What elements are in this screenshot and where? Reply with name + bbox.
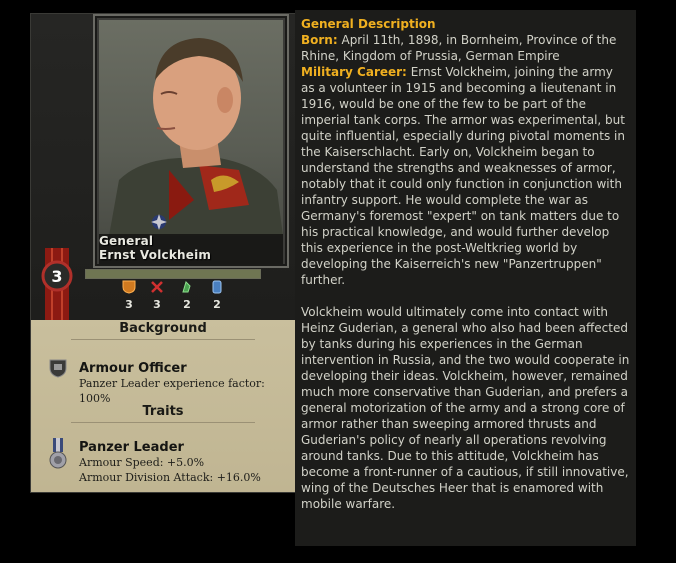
experience-bar: [85, 269, 261, 279]
stat-value: 2: [213, 298, 221, 311]
stat-attack[interactable]: 3: [117, 280, 141, 311]
nameplate: General Ernst Volckheim: [99, 234, 283, 264]
description-title: General Description: [301, 17, 436, 31]
skill-level: 3: [51, 267, 63, 286]
divider: [71, 339, 255, 340]
general-card: General Ernst Volckheim 3 3 3 2 2 Backgr…: [30, 13, 296, 493]
born-text: April 11th, 1898, in Bornheim, Province …: [301, 33, 617, 63]
portrait-frame[interactable]: General Ernst Volckheim: [93, 14, 289, 268]
crossed-swords-icon: [151, 281, 163, 293]
logistics-icon: [212, 280, 222, 294]
background-desc: Panzer Leader experience factor: 100%: [79, 377, 265, 405]
traits-heading: Traits: [142, 404, 184, 419]
stat-value: 2: [183, 298, 191, 311]
rank-label: General: [99, 234, 154, 248]
career-text: Ernst Volckheim, joining the army as a v…: [301, 65, 625, 287]
experience-bar-fill: [86, 270, 260, 278]
shield-icon: [122, 280, 136, 294]
background-heading: Background: [119, 321, 207, 336]
panzer-leader-medal-icon: [49, 438, 67, 469]
skill-badge: 3: [39, 248, 75, 320]
divider: [71, 422, 255, 423]
trait-line-armour-speed: Armour Speed: +5.0%: [79, 456, 205, 469]
career-paragraph: Military Career: Ernst Volckheim, joinin…: [301, 64, 630, 288]
stat-defense[interactable]: 3: [145, 280, 169, 311]
description-paragraph-2: Volckheim would ultimately come into con…: [301, 305, 630, 511]
stat-value: 3: [153, 298, 161, 311]
stat-planning[interactable]: 2: [175, 280, 199, 311]
born-paragraph: Born: April 11th, 1898, in Bornheim, Pro…: [301, 32, 630, 64]
stat-value: 3: [125, 298, 133, 311]
general-portrait: [99, 20, 283, 236]
born-label: Born:: [301, 33, 338, 47]
career-label: Military Career:: [301, 65, 407, 79]
portrait-image: [109, 38, 283, 236]
traits-panel: Background Armour Officer Panzer Leader …: [31, 320, 295, 492]
background-title[interactable]: Armour Officer: [79, 361, 187, 376]
trait-title[interactable]: Panzer Leader: [79, 440, 184, 455]
planning-icon: [182, 281, 191, 293]
general-name: Ernst Volckheim: [99, 248, 212, 262]
general-description-panel: General Description Born: April 11th, 18…: [295, 10, 636, 546]
stat-logistics[interactable]: 2: [205, 280, 229, 311]
armour-officer-icon: [49, 359, 67, 378]
trait-line-armour-attack: Armour Division Attack: +16.0%: [79, 471, 261, 484]
